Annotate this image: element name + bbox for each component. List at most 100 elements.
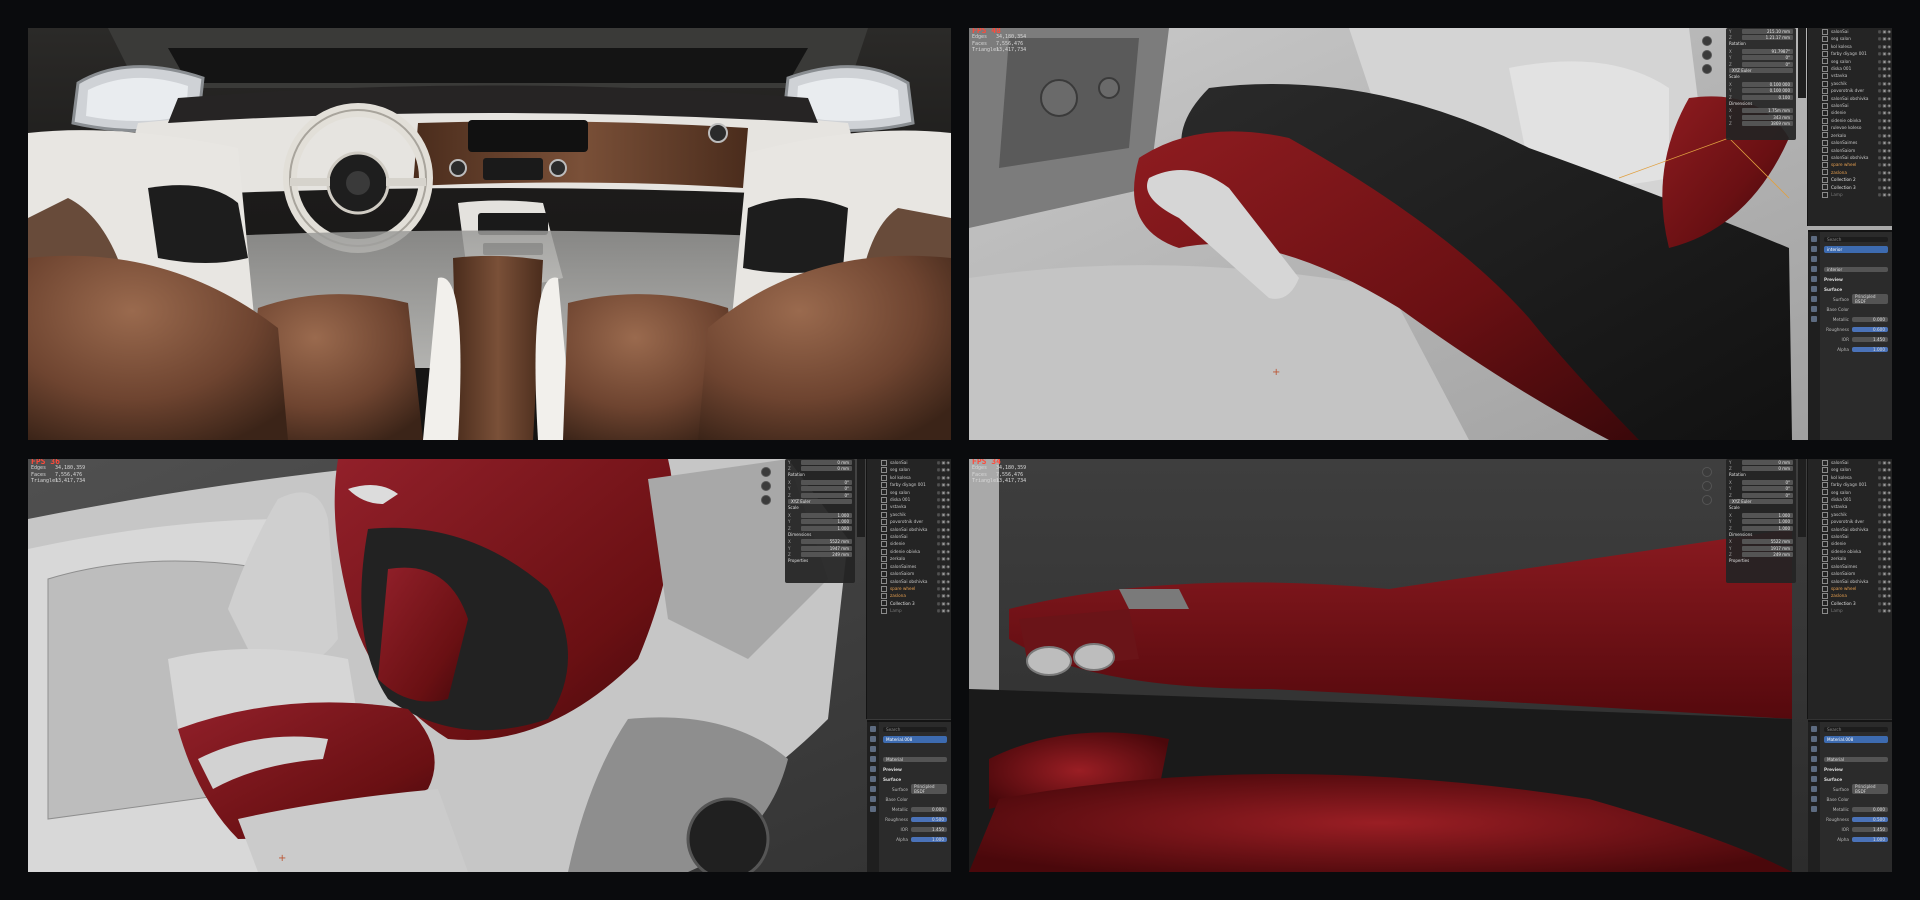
checkbox-icon[interactable]: [1822, 50, 1828, 57]
outliner-item[interactable]: salonSai obshivka ◎▣◉: [1808, 95, 1892, 102]
checkbox-icon[interactable]: [1822, 184, 1828, 191]
checkbox-icon[interactable]: [881, 511, 887, 518]
viewport-bottom-right[interactable]: FPS 34 Edges 34,180,359 Faces 7,556,476 Tr…: [969, 459, 1892, 872]
checkbox-icon[interactable]: [881, 496, 887, 503]
visibility-icons[interactable]: ◎▣◉: [1878, 43, 1892, 50]
visibility-icons[interactable]: ◎▣◉: [937, 489, 951, 496]
checkbox-icon[interactable]: [881, 555, 887, 562]
zoom-gizmo-icon[interactable]: [1702, 467, 1712, 477]
outliner-item[interactable]: diska 001 ◎▣◉: [1808, 65, 1892, 72]
properties-tab-icon[interactable]: [870, 756, 876, 762]
checkbox-icon[interactable]: [1822, 102, 1828, 109]
visibility-icons[interactable]: ◎▣◉: [937, 503, 951, 510]
outliner-item[interactable]: sidenie obivka ◎▣◉: [1808, 548, 1892, 555]
checkbox-icon[interactable]: [1822, 43, 1828, 50]
checkbox-icon[interactable]: [1822, 147, 1828, 154]
axis-value[interactable]: 1.000: [1742, 512, 1793, 518]
visibility-icons[interactable]: ◎▣◉: [1878, 102, 1892, 109]
transform-field[interactable]: X 0.100 000: [1726, 81, 1796, 88]
properties-tab-icon[interactable]: [870, 746, 876, 752]
visibility-icons[interactable]: ◎▣◉: [1878, 526, 1892, 533]
properties-tabs[interactable]: [867, 722, 879, 872]
properties-tab-icon[interactable]: [1811, 286, 1817, 292]
checkbox-icon[interactable]: [1822, 58, 1828, 65]
checkbox-icon[interactable]: [1822, 36, 1828, 43]
properties-tab-icon[interactable]: [1811, 776, 1817, 782]
properties-search-input[interactable]: Search: [883, 726, 947, 732]
material-name-field[interactable]: interior: [1824, 266, 1888, 272]
shader-input-row[interactable]: Metallic 0.000: [881, 804, 949, 814]
outliner-item[interactable]: seg salon ◎▣◉: [1808, 466, 1892, 474]
shader-select[interactable]: Principled BSDF: [1852, 784, 1888, 794]
visibility-icons[interactable]: ◎▣◉: [1878, 58, 1892, 65]
properties-panel[interactable]: Search interior interior Preview Surface Surf…: [1808, 230, 1892, 440]
visibility-icons[interactable]: ◎▣◉: [937, 526, 951, 533]
outliner-panel[interactable]: salonSai ◎▣◉ seg salon ◎▣◉ kol kolesa ◎▣◉ farb…: [1807, 459, 1892, 719]
checkbox-icon[interactable]: [1822, 191, 1828, 198]
visibility-icons[interactable]: ◎▣◉: [937, 585, 951, 592]
properties-tab-icon[interactable]: [1811, 736, 1817, 742]
visibility-icons[interactable]: ◎▣◉: [937, 533, 951, 540]
properties-tab-icon[interactable]: [1811, 266, 1817, 272]
surface-section-header[interactable]: Surface: [883, 777, 901, 782]
axis-value[interactable]: 3869 mm: [1742, 121, 1793, 127]
n-panel-tabs[interactable]: [1798, 28, 1806, 98]
properties-tab-icon[interactable]: [1811, 236, 1817, 242]
outliner-item[interactable]: diska 001 ◎▣◉: [1808, 496, 1892, 503]
transform-field[interactable]: Z 0 mm: [785, 466, 855, 473]
properties-tab-icon[interactable]: [1811, 276, 1817, 282]
rotation-mode-select[interactable]: XYZ Euler: [1726, 499, 1796, 506]
visibility-icons[interactable]: ◎▣◉: [937, 600, 951, 607]
visibility-icons[interactable]: ◎▣◉: [1878, 147, 1892, 154]
visibility-icons[interactable]: ◎▣◉: [937, 540, 951, 547]
shader-input-row[interactable]: Roughness 0.500: [881, 814, 949, 824]
camera-gizmo-icon[interactable]: [761, 495, 771, 505]
checkbox-icon[interactable]: [1822, 585, 1828, 592]
outliner-item[interactable]: sidenie obivka ◎▣◉: [1808, 117, 1892, 124]
properties-tab-icon[interactable]: [1811, 756, 1817, 762]
outliner-item[interactable]: spare wheel ◎▣◉: [1808, 161, 1892, 169]
transform-n-panel[interactable]: Y0 mm Z 0 mm Rotation X 0° Y 0° Z 0° XYZ Euler Scal…: [785, 459, 855, 583]
visibility-icons[interactable]: ◎▣◉: [937, 548, 951, 555]
properties-tab-icon[interactable]: [870, 786, 876, 792]
outliner-item[interactable]: vstavka ◎▣◉: [867, 503, 951, 511]
transform-field[interactable]: Y 0°: [785, 485, 855, 492]
rotation-mode-select[interactable]: XYZ Euler: [785, 499, 855, 506]
preview-section-header[interactable]: Preview: [1824, 767, 1843, 772]
checkbox-icon[interactable]: [881, 585, 887, 592]
checkbox-icon[interactable]: [881, 518, 887, 525]
outliner-item[interactable]: salonSaiom ◎▣◉: [867, 570, 951, 577]
shader-input-row[interactable]: IOR 1.450: [881, 824, 949, 834]
visibility-icons[interactable]: ◎▣◉: [937, 563, 951, 570]
checkbox-icon[interactable]: [1822, 541, 1828, 548]
transform-field[interactable]: Y 0°: [1726, 485, 1796, 492]
outliner-item[interactable]: vstavka ◎▣◉: [1808, 503, 1892, 511]
checkbox-icon[interactable]: [881, 563, 887, 570]
outliner-item[interactable]: salonSaimes ◎▣◉: [1808, 139, 1892, 146]
outliner-item[interactable]: Collection 3 ◎▣◉: [1808, 600, 1892, 607]
axis-value[interactable]: 0°: [801, 492, 852, 498]
n-panel-tabs[interactable]: [1798, 459, 1806, 537]
shader-input-row[interactable]: Base Color: [1822, 304, 1890, 314]
camera-gizmo-icon[interactable]: [1702, 64, 1712, 74]
visibility-icons[interactable]: ◎▣◉: [1878, 518, 1892, 525]
visibility-icons[interactable]: ◎▣◉: [1878, 154, 1892, 161]
checkbox-icon[interactable]: [881, 533, 887, 540]
outliner-item[interactable]: salonSaiom ◎▣◉: [1808, 570, 1892, 577]
transform-n-panel[interactable]: Y0 mm Z 0 mm Rotation X 0° Y 0° Z 0° XYZ Euler Scal…: [1726, 459, 1796, 583]
axis-value[interactable]: 91.7987°: [1742, 48, 1793, 54]
outliner-item[interactable]: salonSai obshivka ◎▣◉: [1808, 578, 1892, 585]
visibility-icons[interactable]: ◎▣◉: [1878, 191, 1892, 198]
surface-section-header[interactable]: Surface: [1824, 287, 1842, 292]
checkbox-icon[interactable]: [1822, 481, 1828, 488]
checkbox-icon[interactable]: [881, 467, 887, 474]
axis-value[interactable]: 0°: [1742, 486, 1793, 492]
transform-field[interactable]: Z 1.000: [1726, 525, 1796, 532]
outliner-item[interactable]: Lamp ◎▣◉: [867, 607, 951, 614]
checkbox-icon[interactable]: [1822, 548, 1828, 555]
axis-value[interactable]: 1.000: [801, 525, 852, 531]
axis-value[interactable]: 0 mm: [1742, 466, 1793, 472]
checkbox-icon[interactable]: [1822, 496, 1828, 503]
checkbox-icon[interactable]: [1822, 489, 1828, 496]
outliner-item[interactable]: sidenie ◎▣◉: [867, 540, 951, 548]
